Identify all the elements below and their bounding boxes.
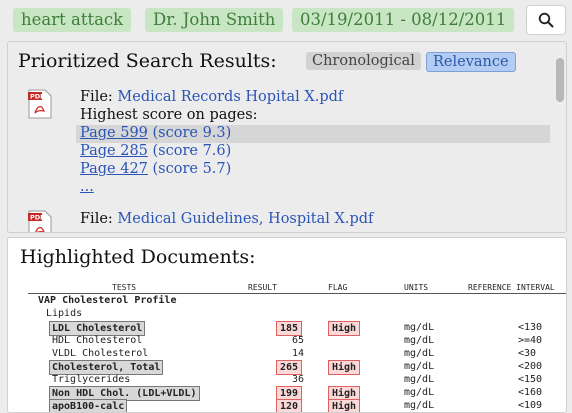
lab-test-name: VLDL Cholesterol [52, 348, 149, 359]
lab-units: mg/dL [404, 348, 435, 359]
lab-flag: High [328, 399, 361, 412]
sort-chronological-button[interactable]: Chronological [306, 52, 421, 70]
lab-units: mg/dL [404, 335, 435, 346]
page-result[interactable]: Page 427 (score 5.7) [80, 161, 231, 177]
lab-reference: <109 [518, 400, 543, 411]
search-chip-date-range[interactable]: 03/19/2011 - 08/12/2011 [292, 8, 515, 32]
lab-result-value: 36 [292, 374, 305, 385]
highest-score-label: Highest score on pages: [80, 107, 258, 123]
page-score: (score 5.7) [152, 161, 232, 177]
lab-reference: <150 [518, 374, 543, 385]
page-link[interactable]: Page 427 [80, 161, 148, 177]
file-line: File: Medical Records Hopital X.pdf [80, 89, 343, 105]
search-button[interactable] [526, 5, 566, 35]
lab-result-value: 14 [292, 348, 305, 359]
lab-units: mg/dL [404, 400, 435, 411]
more-link[interactable]: ... [80, 179, 94, 195]
lab-reference: <200 [518, 361, 543, 372]
group-name: Lipids [46, 308, 83, 319]
lab-reference: <160 [518, 387, 543, 398]
search-chip-keyword[interactable]: heart attack [13, 8, 132, 32]
lab-units: mg/dL [404, 387, 435, 398]
section-name: VAP Cholesterol Profile [38, 295, 177, 306]
page-score: (score 9.3) [152, 125, 232, 141]
lab-units: mg/dL [404, 374, 435, 385]
lab-reference: >=40 [518, 335, 543, 346]
lab-units: mg/dL [404, 322, 435, 333]
lab-test-name: apoB100-calc [49, 399, 128, 412]
file-link[interactable]: Medical Records Hopital X.pdf [117, 89, 343, 105]
more-pages-link[interactable]: ... [80, 179, 94, 195]
page-score: (score 7.6) [152, 143, 232, 159]
search-icon [538, 12, 554, 28]
results-title: Prioritized Search Results: [18, 50, 277, 72]
pdf-file-icon: PDF [28, 89, 52, 119]
lab-units: mg/dL [404, 361, 435, 372]
lab-result-value: 65 [292, 335, 305, 346]
page-result[interactable]: Page 599 (score 9.3) [80, 125, 231, 141]
svg-text:PDF: PDF [30, 93, 45, 101]
results-scrollbar[interactable] [556, 58, 564, 102]
lab-report: TESTS RESULT FLAG UNITS REFERENCE INTERV… [28, 281, 566, 412]
lab-result-value: 120 [276, 399, 303, 412]
lab-reference: <130 [518, 322, 543, 333]
documents-title: Highlighted Documents: [20, 246, 256, 268]
page-result[interactable]: Page 285 (score 7.6) [80, 143, 231, 159]
lab-result-row: Non HDL Chol. (LDL+VLDL) 199 High mg/dL <160 [28, 386, 566, 401]
file-line: File: Medical Guidelines, Hospital X.pdf [80, 211, 373, 227]
lab-result-row: apoB100-calc 120 High mg/dL <109 [28, 399, 566, 412]
lab-result-row: LDL Cholesterol 185 High mg/dL <130 [28, 321, 566, 336]
file-link[interactable]: Medical Guidelines, Hospital X.pdf [117, 211, 373, 227]
lab-result-row: HDL Cholesterol 65 mg/dL >=40 [28, 334, 566, 347]
search-chip-doctor[interactable]: Dr. John Smith [145, 8, 284, 32]
page-link[interactable]: Page 285 [80, 143, 148, 159]
lab-result-row: Cholesterol, Total 265 High mg/dL <200 [28, 360, 566, 375]
lab-reference: <30 [518, 348, 537, 359]
search-results-panel: Prioritized Search Results: Chronologica… [7, 41, 567, 233]
svg-text:PDF: PDF [30, 214, 45, 222]
file-label: File: [80, 89, 113, 105]
page-link[interactable]: Page 599 [80, 125, 148, 141]
lab-result-row: VLDL Cholesterol 14 mg/dL <30 [28, 347, 566, 360]
lab-section: VAP Cholesterol Profile [28, 294, 566, 307]
lab-result-row: Triglycerides 36 mg/dL <150 [28, 373, 566, 386]
pdf-file-icon: PDF [28, 210, 52, 232]
lab-test-name: Triglycerides [52, 374, 131, 385]
lab-test-name: HDL Cholesterol [52, 335, 143, 346]
file-label: File: [80, 211, 113, 227]
highlighted-documents-panel: Highlighted Documents: TESTS RESULT FLAG… [7, 237, 567, 413]
sort-relevance-button[interactable]: Relevance [426, 52, 516, 72]
lab-group: Lipids [28, 307, 566, 320]
